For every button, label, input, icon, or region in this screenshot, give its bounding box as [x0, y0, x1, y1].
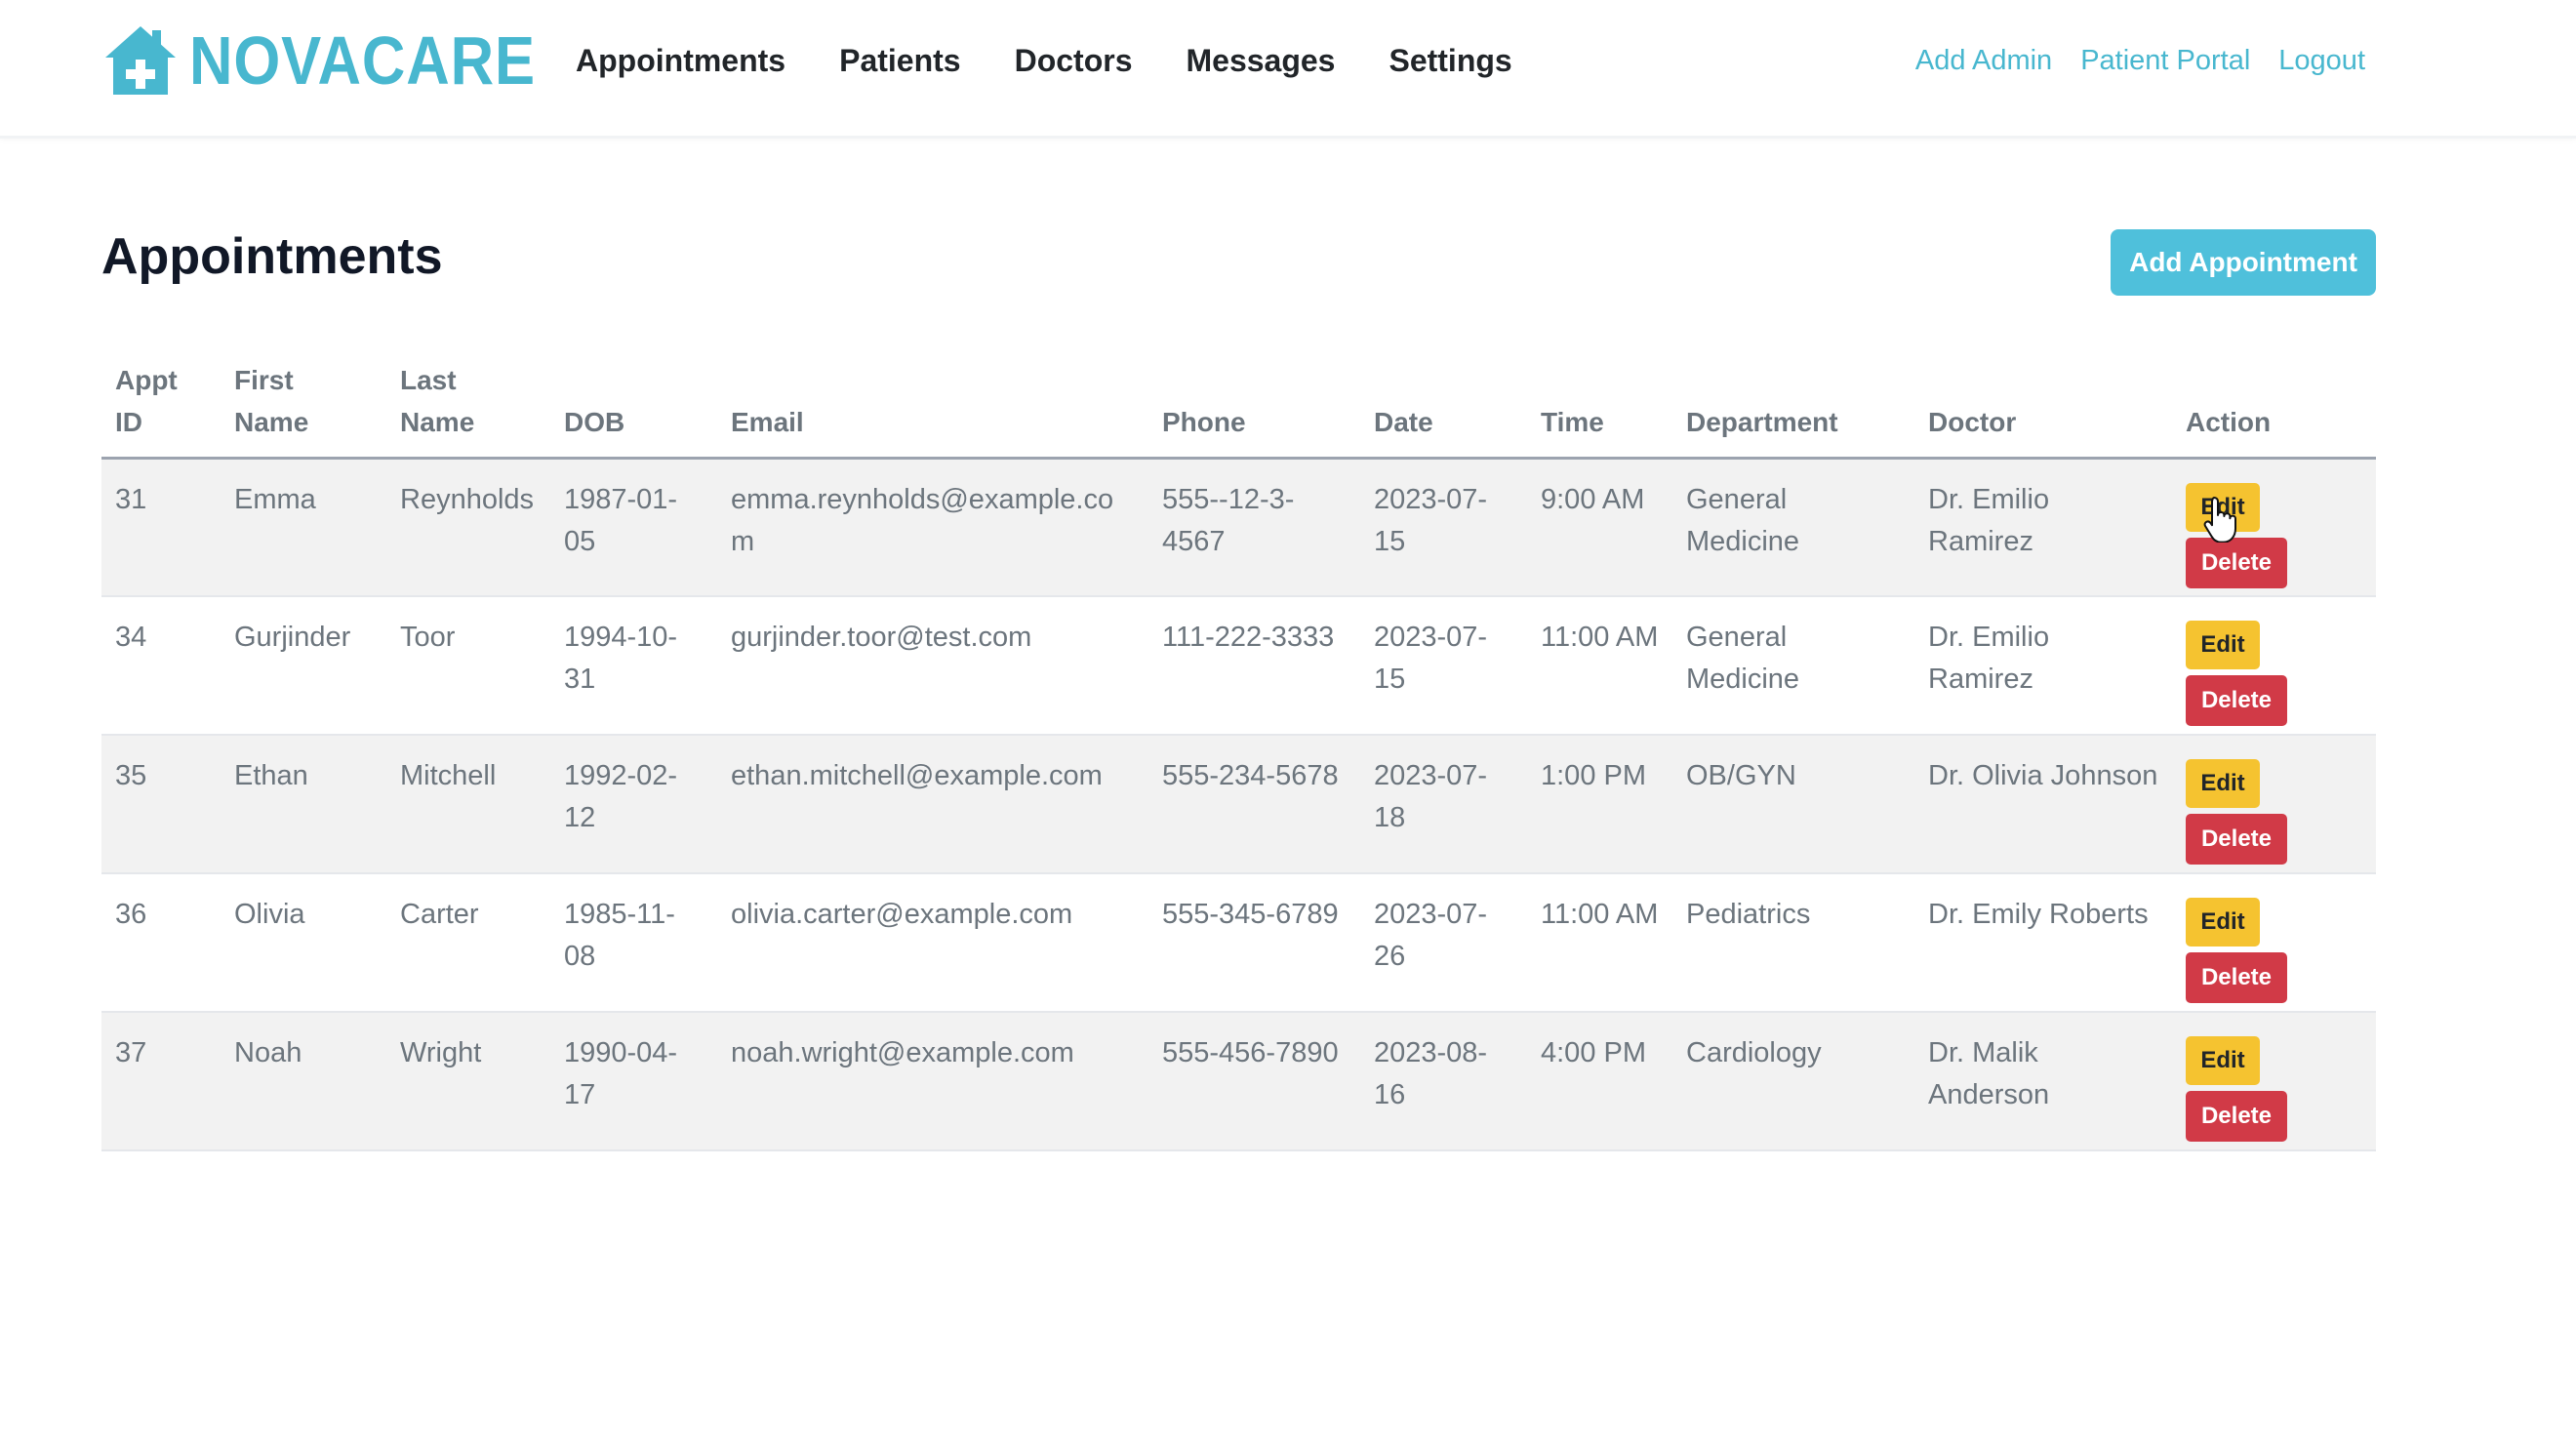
cell-date: 2023-07-18 [1360, 735, 1527, 874]
cell-action: Edit Delete [2172, 1012, 2376, 1151]
edit-button[interactable]: Edit [2186, 1036, 2260, 1085]
cell-first-name: Ethan [221, 735, 386, 874]
appointments-table: Appt ID First Name Last Name DOB Email P… [101, 348, 2376, 1151]
table-row: 36 Olivia Carter 1985-11-08 olivia.carte… [101, 873, 2376, 1013]
header-dob: DOB [550, 348, 717, 460]
cell-dob: 1987-01-05 [550, 458, 717, 597]
header-doctor: Doctor [1914, 348, 2172, 460]
cell-email: olivia.carter@example.com [717, 873, 1148, 1013]
brand-name: NOVACARE [189, 22, 536, 99]
nav-messages[interactable]: Messages [1186, 43, 1335, 79]
logout-link[interactable]: Logout [2278, 45, 2365, 77]
edit-button[interactable]: Edit [2186, 482, 2260, 532]
cell-last-name: Reynholds [386, 458, 550, 597]
cell-action: Edit Delete [2172, 596, 2376, 736]
cell-doctor: Dr. Emilio Ramirez [1914, 596, 2172, 736]
nav-patients[interactable]: Patients [839, 43, 960, 79]
navbar: NOVACARE Appointments Patients Doctors M… [0, 0, 2576, 139]
cell-phone: 555-345-6789 [1148, 873, 1360, 1013]
add-admin-link[interactable]: Add Admin [1915, 45, 2052, 77]
cell-email: ethan.mitchell@example.com [717, 735, 1148, 874]
cell-first-name: Olivia [221, 873, 386, 1013]
edit-button[interactable]: Edit [2186, 621, 2260, 669]
cell-date: 2023-07-15 [1360, 596, 1527, 736]
table-header-row: Appt ID First Name Last Name DOB Email P… [101, 348, 2376, 460]
brand-logo[interactable]: NOVACARE [101, 21, 583, 100]
delete-button[interactable]: Delete [2186, 675, 2287, 726]
cell-action: Edit Delete [2172, 458, 2376, 597]
cell-first-name: Noah [221, 1012, 386, 1151]
cell-email: emma.reynholds@example.com [717, 458, 1148, 597]
add-appointment-button[interactable]: Add Appointment [2111, 229, 2376, 296]
cell-appt-id: 36 [101, 873, 221, 1013]
main-nav: Appointments Patients Doctors Messages S… [576, 37, 1566, 84]
cell-action: Edit Delete [2172, 873, 2376, 1013]
nav-settings[interactable]: Settings [1389, 43, 1511, 79]
cell-dob: 1990-04-17 [550, 1012, 717, 1151]
cell-doctor: Dr. Emily Roberts [1914, 873, 2172, 1013]
cell-appt-id: 31 [101, 458, 221, 597]
header-last-name: Last Name [386, 348, 550, 460]
cell-department: General Medicine [1672, 458, 1914, 597]
cell-dob: 1994-10-31 [550, 596, 717, 736]
page-title: Appointments [101, 228, 443, 285]
cell-time: 11:00 AM [1527, 596, 1672, 736]
cell-email: noah.wright@example.com [717, 1012, 1148, 1151]
nav-appointments[interactable]: Appointments [576, 43, 785, 79]
cell-doctor: Dr. Malik Anderson [1914, 1012, 2172, 1151]
cell-doctor: Dr. Olivia Johnson [1914, 735, 2172, 874]
cell-last-name: Carter [386, 873, 550, 1013]
cell-time: 11:00 AM [1527, 873, 1672, 1013]
header-time: Time [1527, 348, 1672, 460]
header-appt-id: Appt ID [101, 348, 221, 460]
cell-first-name: Emma [221, 458, 386, 597]
delete-button[interactable]: Delete [2186, 814, 2287, 865]
cell-doctor: Dr. Emilio Ramirez [1914, 458, 2172, 597]
delete-button[interactable]: Delete [2186, 1091, 2287, 1142]
edit-button[interactable]: Edit [2186, 759, 2260, 808]
patient-portal-link[interactable]: Patient Portal [2080, 45, 2250, 77]
cell-action: Edit Delete [2172, 735, 2376, 874]
header-phone: Phone [1148, 348, 1360, 460]
cell-appt-id: 37 [101, 1012, 221, 1151]
header-first-name: First Name [221, 348, 386, 460]
cell-phone: 555--12-3-4567 [1148, 458, 1360, 597]
cell-department: Cardiology [1672, 1012, 1914, 1151]
cell-time: 1:00 PM [1527, 735, 1672, 874]
cell-appt-id: 35 [101, 735, 221, 874]
cell-first-name: Gurjinder [221, 596, 386, 736]
delete-button[interactable]: Delete [2186, 952, 2287, 1003]
cell-department: General Medicine [1672, 596, 1914, 736]
cell-phone: 555-234-5678 [1148, 735, 1360, 874]
cell-last-name: Toor [386, 596, 550, 736]
cell-appt-id: 34 [101, 596, 221, 736]
table-row: 31 Emma Reynholds 1987-01-05 emma.reynho… [101, 458, 2376, 597]
cell-date: 2023-08-16 [1360, 1012, 1527, 1151]
cell-dob: 1992-02-12 [550, 735, 717, 874]
table-row: 35 Ethan Mitchell 1992-02-12 ethan.mitch… [101, 735, 2376, 874]
header-department: Department [1672, 348, 1914, 460]
header-date: Date [1360, 348, 1527, 460]
cell-time: 9:00 AM [1527, 458, 1672, 597]
delete-button[interactable]: Delete [2186, 537, 2287, 588]
cell-department: OB/GYN [1672, 735, 1914, 874]
table-row: 37 Noah Wright 1990-04-17 noah.wright@ex… [101, 1012, 2376, 1151]
nav-doctors[interactable]: Doctors [1015, 43, 1133, 79]
cell-last-name: Mitchell [386, 735, 550, 874]
table-row: 34 Gurjinder Toor 1994-10-31 gurjinder.t… [101, 596, 2376, 736]
header-action: Action [2172, 348, 2376, 460]
house-medical-icon [105, 26, 176, 95]
cell-phone: 111-222-3333 [1148, 596, 1360, 736]
account-links: Add Admin Patient Portal Logout [1887, 39, 2365, 82]
cell-date: 2023-07-26 [1360, 873, 1527, 1013]
cell-time: 4:00 PM [1527, 1012, 1672, 1151]
cell-phone: 555-456-7890 [1148, 1012, 1360, 1151]
header-email: Email [717, 348, 1148, 460]
cell-email: gurjinder.toor@test.com [717, 596, 1148, 736]
cell-last-name: Wright [386, 1012, 550, 1151]
edit-button[interactable]: Edit [2186, 898, 2260, 947]
cell-department: Pediatrics [1672, 873, 1914, 1013]
cell-date: 2023-07-15 [1360, 458, 1527, 597]
cell-dob: 1985-11-08 [550, 873, 717, 1013]
